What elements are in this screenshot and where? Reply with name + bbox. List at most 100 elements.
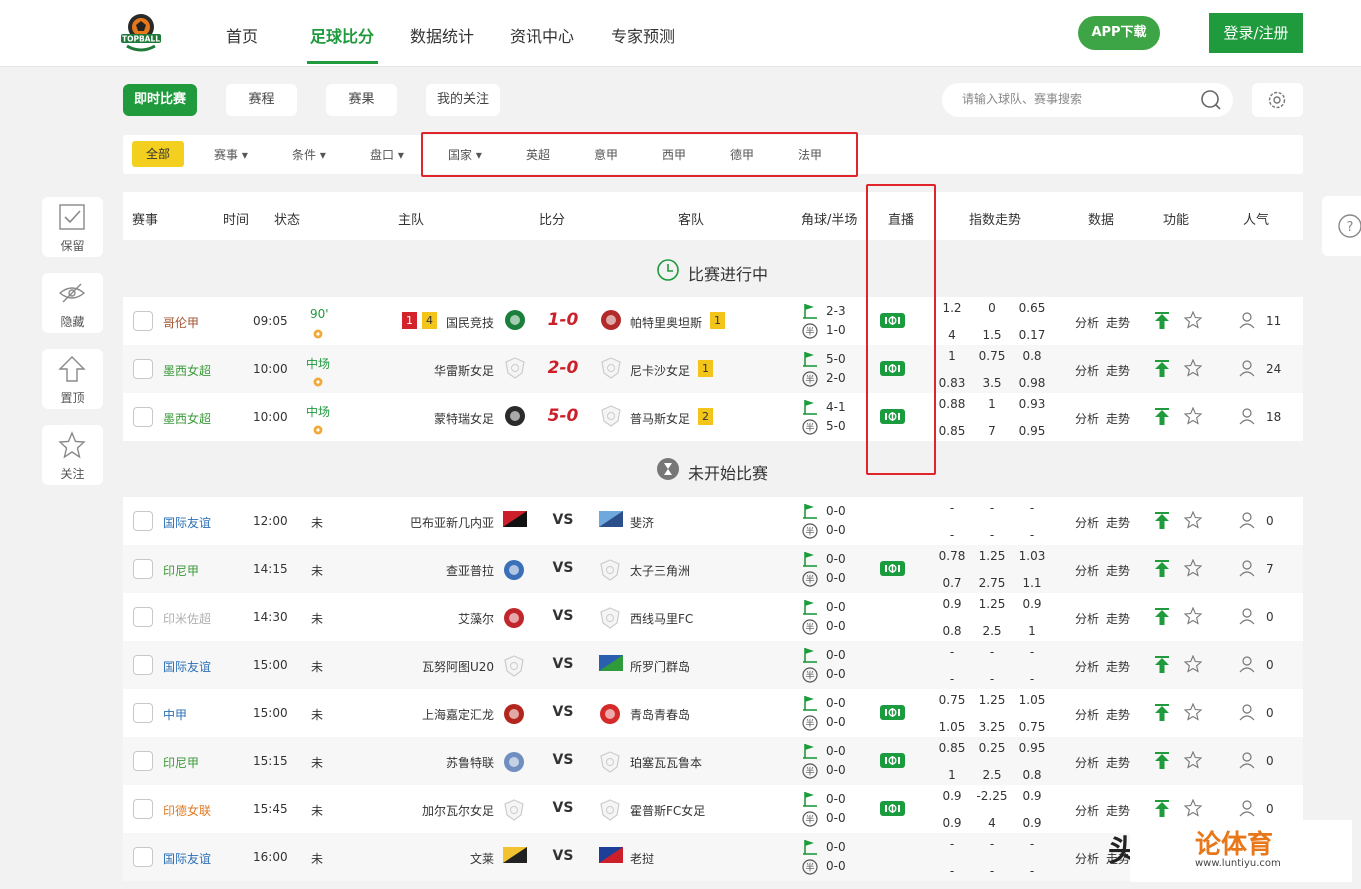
versus-label[interactable]: VS (540, 560, 586, 576)
select-checkbox[interactable] (133, 607, 153, 627)
league-name[interactable]: 中甲 (163, 706, 187, 723)
favorite-star-icon[interactable] (1183, 606, 1203, 629)
home-team[interactable]: 华雷斯女足 (434, 362, 494, 379)
select-checkbox[interactable] (133, 799, 153, 819)
trend-link[interactable]: 走势 (1106, 314, 1130, 331)
league-name[interactable]: 国际友谊 (163, 850, 211, 867)
home-team[interactable]: 艾藻尔 (458, 610, 494, 627)
pin-top-icon[interactable] (1154, 656, 1170, 678)
analysis-link[interactable]: 分析 (1075, 514, 1099, 531)
away-team[interactable]: 普马斯女足 (630, 410, 690, 427)
analysis-link[interactable]: 分析 (1075, 658, 1099, 675)
filter-condition-dropdown[interactable]: 条件 ▾ (292, 146, 326, 163)
league-name[interactable]: 印米佐超 (163, 610, 211, 627)
nav-news[interactable]: 资讯中心 (510, 23, 574, 47)
versus-label[interactable]: VS (540, 704, 586, 720)
pin-top-icon[interactable] (1154, 704, 1170, 726)
select-checkbox[interactable] (133, 655, 153, 675)
versus-label[interactable]: VS (540, 752, 586, 768)
pin-top-icon[interactable] (1154, 800, 1170, 822)
favorite-star-icon[interactable] (1183, 702, 1203, 725)
trend-link[interactable]: 走势 (1106, 410, 1130, 427)
favorite-star-icon[interactable] (1183, 510, 1203, 533)
favorite-star-icon[interactable] (1183, 750, 1203, 773)
away-team[interactable]: 青岛青春岛 (630, 706, 690, 723)
match-score[interactable]: 2-0 (540, 358, 586, 378)
versus-label[interactable]: VS (540, 656, 586, 672)
side-pin-button[interactable]: 置顶 (42, 349, 103, 409)
away-team[interactable]: 西线马里FC (630, 610, 693, 627)
pin-top-icon[interactable] (1154, 560, 1170, 582)
side-follow-button[interactable]: 关注 (42, 425, 103, 485)
select-checkbox[interactable] (133, 559, 153, 579)
home-team[interactable]: 查亚普拉 (446, 562, 494, 579)
topball-logo[interactable]: TOPBALL (117, 10, 165, 56)
trend-link[interactable]: 走势 (1106, 802, 1130, 819)
select-checkbox[interactable] (133, 311, 153, 331)
tab-results[interactable]: 赛果 (326, 84, 397, 116)
pin-top-icon[interactable] (1154, 512, 1170, 534)
tab-schedule[interactable]: 赛程 (226, 84, 297, 116)
home-team[interactable]: 瓦努阿图U20 (422, 658, 494, 675)
tab-live[interactable]: 即时比赛 (123, 84, 197, 116)
analysis-link[interactable]: 分析 (1075, 410, 1099, 427)
nav-data-stats[interactable]: 数据统计 (410, 23, 474, 47)
league-name[interactable]: 哥伦甲 (163, 314, 199, 331)
league-name[interactable]: 印尼甲 (163, 562, 199, 579)
analysis-link[interactable]: 分析 (1075, 562, 1099, 579)
nav-home[interactable]: 首页 (226, 23, 258, 47)
analysis-link[interactable]: 分析 (1075, 802, 1099, 819)
analysis-link[interactable]: 分析 (1075, 362, 1099, 379)
favorite-star-icon[interactable] (1183, 798, 1203, 821)
home-team[interactable]: 文莱 (470, 850, 494, 867)
pin-top-icon[interactable] (1154, 360, 1170, 382)
nav-football-scores[interactable]: 足球比分 (310, 23, 374, 47)
live-stream-icon[interactable] (880, 753, 905, 772)
away-team[interactable]: 斐济 (630, 514, 654, 531)
help-button[interactable]: ? (1322, 196, 1361, 256)
trend-link[interactable]: 走势 (1106, 754, 1130, 771)
trend-link[interactable]: 走势 (1106, 362, 1130, 379)
select-checkbox[interactable] (133, 359, 153, 379)
league-name[interactable]: 墨西女超 (163, 410, 211, 427)
live-stream-icon[interactable] (880, 801, 905, 820)
match-score[interactable]: 5-0 (540, 406, 586, 426)
analysis-link[interactable]: 分析 (1075, 610, 1099, 627)
league-name[interactable]: 印德女联 (163, 802, 211, 819)
side-keep-button[interactable]: 保留 (42, 197, 103, 257)
favorite-star-icon[interactable] (1183, 654, 1203, 677)
analysis-link[interactable]: 分析 (1075, 850, 1099, 867)
versus-label[interactable]: VS (540, 800, 586, 816)
trend-link[interactable]: 走势 (1106, 610, 1130, 627)
versus-label[interactable]: VS (540, 848, 586, 864)
home-team[interactable]: 加尔瓦尔女足 (422, 802, 494, 819)
pin-top-icon[interactable] (1154, 312, 1170, 334)
versus-label[interactable]: VS (540, 512, 586, 528)
league-name[interactable]: 印尼甲 (163, 754, 199, 771)
select-checkbox[interactable] (133, 703, 153, 723)
versus-label[interactable]: VS (540, 608, 586, 624)
away-team[interactable]: 珀塞瓦瓦鲁本 (630, 754, 702, 771)
match-score[interactable]: 1-0 (540, 310, 586, 330)
away-team[interactable]: 老挝 (630, 850, 654, 867)
favorite-star-icon[interactable] (1183, 310, 1203, 333)
trend-link[interactable]: 走势 (1106, 658, 1130, 675)
nav-predictions[interactable]: 专家预测 (611, 23, 675, 47)
home-team[interactable]: 上海嘉定汇龙 (422, 706, 494, 723)
league-name[interactable]: 国际友谊 (163, 514, 211, 531)
select-checkbox[interactable] (133, 751, 153, 771)
select-checkbox[interactable] (133, 511, 153, 531)
analysis-link[interactable]: 分析 (1075, 754, 1099, 771)
favorite-star-icon[interactable] (1183, 406, 1203, 429)
pin-top-icon[interactable] (1154, 608, 1170, 630)
select-checkbox[interactable] (133, 407, 153, 427)
filter-league-dropdown[interactable]: 赛事 ▾ (214, 146, 248, 163)
pin-top-icon[interactable] (1154, 752, 1170, 774)
away-team[interactable]: 尼卡沙女足 (630, 362, 690, 379)
search-icon[interactable] (1200, 89, 1222, 111)
home-team[interactable]: 苏鲁特联 (446, 754, 494, 771)
league-name[interactable]: 墨西女超 (163, 362, 211, 379)
away-team[interactable]: 太子三角洲 (630, 562, 690, 579)
login-register-button[interactable]: 登录/注册 (1209, 13, 1303, 53)
pin-top-icon[interactable] (1154, 408, 1170, 430)
